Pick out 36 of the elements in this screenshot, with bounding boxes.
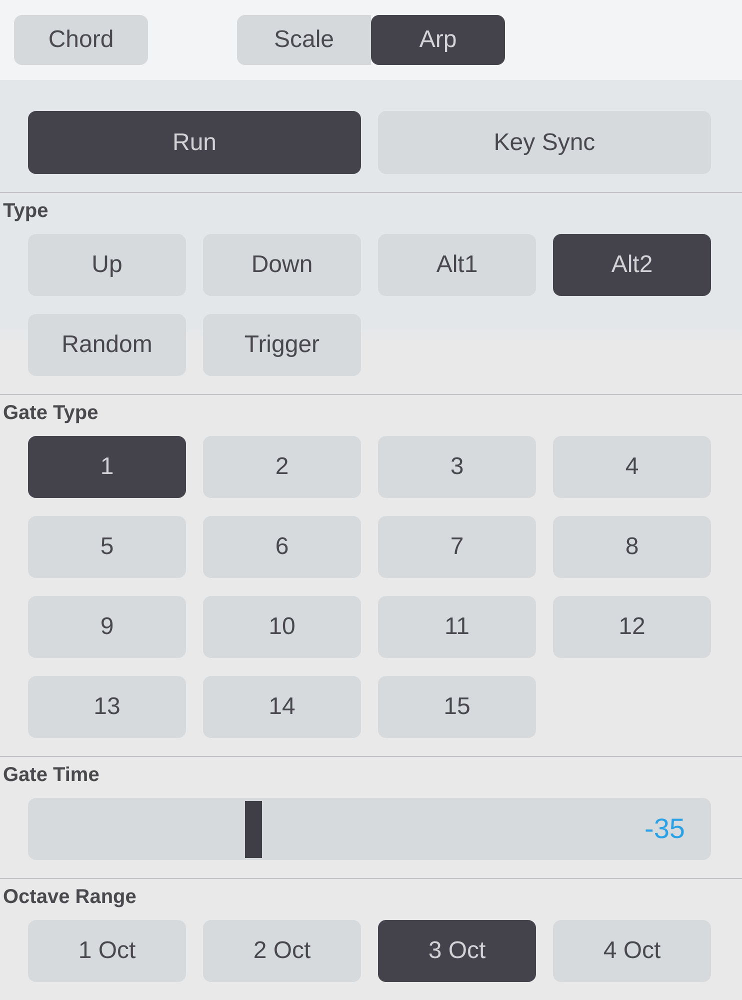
option-button[interactable]: 14 [203,676,361,738]
option-button[interactable]: 3 Oct [378,920,536,982]
section-title: Gate Time [2,763,100,787]
option-button[interactable]: 8 [553,516,711,578]
option-button[interactable]: 11 [378,596,536,658]
option-button[interactable]: Down [203,234,361,296]
option-button[interactable]: 12 [553,596,711,658]
option-button[interactable]: Alt2 [553,234,711,296]
mode-tab[interactable]: Scale [237,15,371,65]
option-button[interactable]: Up [28,234,186,296]
option-button[interactable]: 4 Oct [553,920,711,982]
option-button[interactable]: 1 Oct [28,920,186,982]
toggle-button[interactable]: Key Sync [378,111,711,174]
section-title: Gate Type [2,401,100,425]
toggle-button[interactable]: Run [28,111,361,174]
option-button[interactable]: 10 [203,596,361,658]
mode-tab[interactable]: Arp [371,15,505,65]
option-button[interactable]: 15 [378,676,536,738]
option-button[interactable]: 4 [553,436,711,498]
option-button[interactable]: 13 [28,676,186,738]
option-button[interactable]: Alt1 [378,234,536,296]
option-button[interactable]: 6 [203,516,361,578]
option-button[interactable]: 2 [203,436,361,498]
slider-value: -35 [644,813,686,845]
option-button[interactable]: 3 [378,436,536,498]
option-button[interactable]: 2 Oct [203,920,361,982]
option-button[interactable]: 9 [28,596,186,658]
option-button[interactable]: 1 [28,436,186,498]
option-button[interactable]: 5 [28,516,186,578]
slider-thumb[interactable] [245,801,262,858]
mode-tab[interactable]: Chord [14,15,148,65]
section-title: Type [2,199,50,223]
option-button[interactable]: 7 [378,516,536,578]
option-button[interactable]: Random [28,314,186,376]
section-title: Octave Range [2,885,138,909]
option-button[interactable]: Trigger [203,314,361,376]
